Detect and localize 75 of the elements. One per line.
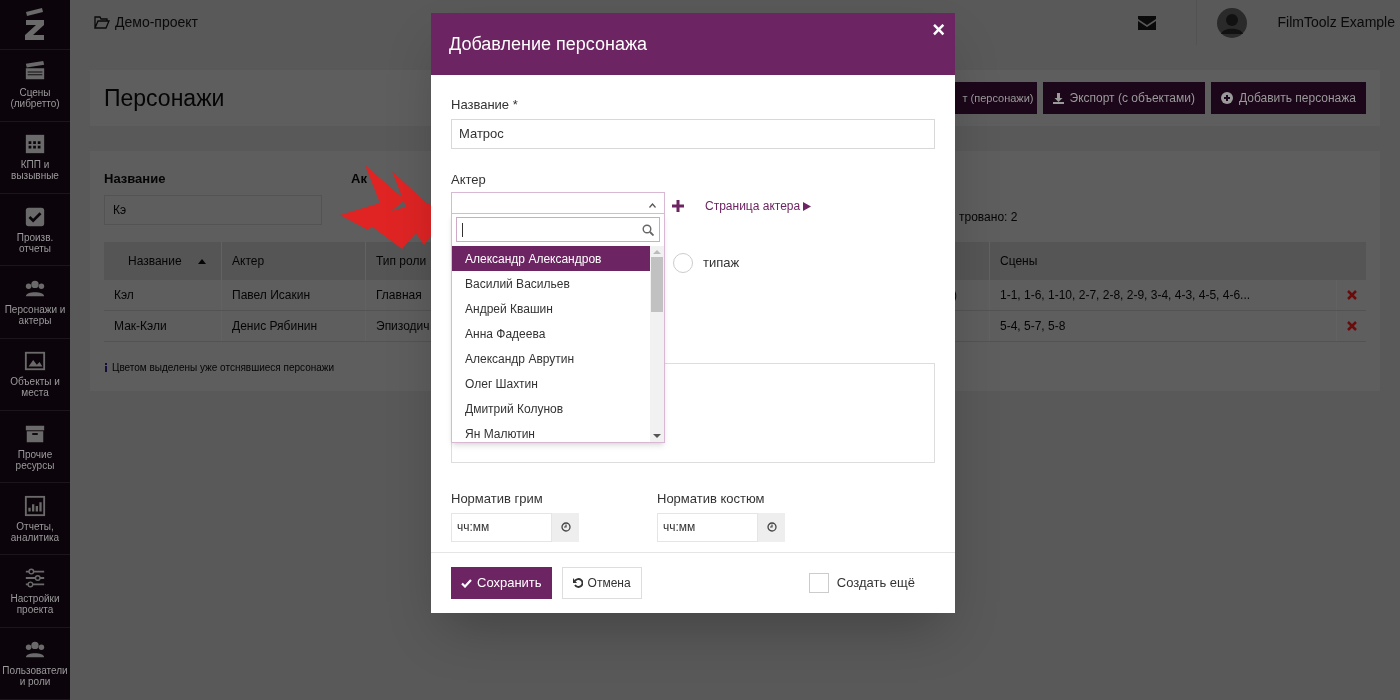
sidebar-item[interactable]: Персонажи и актеры	[0, 266, 70, 339]
cancel-button[interactable]: Отмена	[561, 567, 642, 599]
table-cell-text: Павел Исакин	[232, 287, 311, 304]
delete-icon[interactable]	[1346, 321, 1357, 331]
header-button[interactable]: Экспорт (с объектами)	[1042, 82, 1205, 114]
sliders-icon	[24, 567, 46, 590]
name-field[interactable]: Матрос	[451, 118, 935, 149]
folder-icon	[94, 16, 110, 29]
chart-icon	[24, 494, 46, 517]
filter-label: Название	[104, 170, 167, 188]
sidebar-item[interactable]: Прочие ресурсы	[0, 410, 70, 484]
dropdown-option[interactable]: Ян Малютин	[452, 421, 650, 442]
field-label: Актер	[451, 170, 486, 189]
search-field[interactable]	[456, 217, 660, 242]
close-button[interactable]: ×	[932, 19, 945, 41]
check-icon	[461, 578, 472, 588]
radio-label: типаж	[703, 254, 740, 273]
delete-icon[interactable]	[1346, 290, 1357, 300]
caret-icon	[649, 203, 656, 208]
plus-circle-icon	[1220, 92, 1233, 104]
scroll-down-icon[interactable]	[653, 434, 661, 438]
play-icon	[803, 201, 812, 211]
time-field[interactable]: чч:мм	[657, 512, 758, 542]
checkbox[interactable]	[808, 573, 829, 593]
checkbox-label: Создать ещё	[836, 574, 915, 593]
scrollbar-thumb[interactable]	[651, 257, 663, 312]
clock-icon[interactable]	[766, 522, 777, 532]
sort-icon[interactable]	[197, 258, 206, 264]
field-label: Норматив костюм	[657, 490, 765, 508]
table-cell-text: Главная	[376, 287, 422, 304]
dropdown-option[interactable]: Андрей Квашин	[452, 296, 650, 321]
sidebar-item[interactable]: Объекты и места	[0, 338, 70, 411]
actor-page-link[interactable]: Страница актера	[705, 197, 812, 215]
plus-icon[interactable]	[672, 200, 684, 212]
sidebar-item[interactable]: Сцены (либретто)	[0, 49, 70, 122]
avatar-icon[interactable]	[1216, 7, 1247, 38]
table-cell-text: Мак-Кэли	[114, 318, 167, 335]
search-icon	[642, 223, 654, 236]
dropdown-option[interactable]: Олег Шахтин	[452, 371, 650, 396]
logo-icon	[24, 8, 46, 41]
clock-icon[interactable]	[560, 522, 571, 532]
dropdown-option[interactable]: Василий Васильев	[452, 271, 650, 296]
scrollbar[interactable]	[650, 246, 664, 442]
sidebar-item[interactable]: КПП и вызывные	[0, 121, 70, 195]
sidebar-item[interactable]: Пользователи и роли	[0, 627, 70, 700]
page-title: Персонажи	[104, 83, 225, 113]
calendar-icon	[24, 133, 46, 156]
field-label: Название *	[451, 96, 518, 114]
sidebar-item[interactable]: Отчеты, аналитика	[0, 483, 70, 556]
filter-label: Ак	[351, 170, 367, 188]
dropdown-option[interactable]: Александр Александров	[452, 246, 650, 271]
modal-title: Добавление персонажа	[449, 32, 647, 56]
sidebar-item[interactable]: Произв. отчеты	[0, 194, 70, 267]
table-cell-text: Кэл	[114, 287, 134, 304]
table-cell-text: 1-1, 1-6, 1-10, 2-7, 2-8, 2-9, 3-4, 4-3, 4-5, 4-6...	[1000, 287, 1251, 304]
legend-note: Цветом выделены уже отснявшиеся персонажи	[112, 361, 335, 375]
mail-icon[interactable]	[1137, 15, 1156, 30]
scroll-up-icon[interactable]	[653, 250, 661, 254]
filtered-count: тровано: 2	[959, 210, 1018, 224]
dropdown-option[interactable]: Анна Фадеева	[452, 321, 650, 346]
undo-icon	[572, 578, 583, 588]
table-cell-text: Денис Рябинин	[232, 318, 318, 335]
checkbox-icon	[24, 205, 46, 228]
sidebar-item[interactable]: Настройки проекта	[0, 555, 70, 628]
dropdown-option[interactable]: Дмитрий Колунов	[452, 396, 650, 421]
dropdown-option[interactable]: Александр Аврутин	[452, 346, 650, 371]
field-label: Норматив грим	[451, 490, 543, 508]
header-button[interactable]: Добавить персонажа	[1210, 82, 1366, 114]
table-cell-text: Эпизодич	[376, 318, 430, 335]
download-icon	[1052, 92, 1064, 104]
time-field[interactable]: чч:мм	[451, 512, 552, 542]
save-button[interactable]: Сохранить	[451, 567, 552, 599]
image-icon	[24, 350, 46, 373]
info-icon	[104, 363, 108, 372]
table-cell-text: 5-4, 5-7, 5-8	[1000, 318, 1066, 335]
